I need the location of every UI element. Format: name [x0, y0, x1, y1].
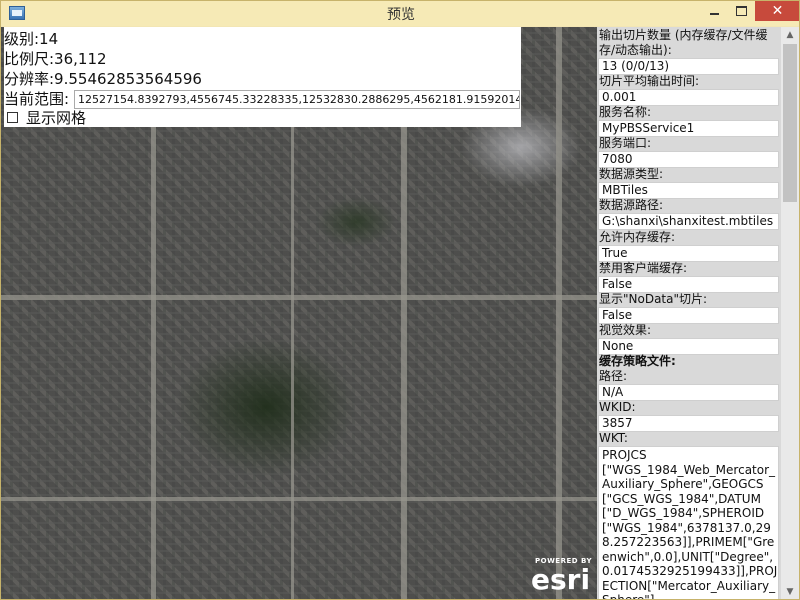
prop-value-wkid[interactable]: 3857: [598, 415, 779, 432]
prop-label-tile-count: 输出切片数量 (内存缓存/文件缓存/动态输出):: [599, 28, 768, 57]
prop-label-wkt: WKT:: [599, 431, 628, 445]
prop-label-cache-policy: 缓存策略文件:: [599, 354, 676, 368]
map-road: [556, 27, 562, 599]
preview-window: 预览 ✕ 级别:14 比例尺:36,112 分辨率:9.554628535645…: [0, 0, 800, 600]
scroll-up-icon[interactable]: ▲: [781, 27, 799, 44]
prop-value-datasource-path[interactable]: G:\shanxi\shanxitest.mbtiles: [598, 213, 779, 230]
prop-label-disable-client-cache: 禁用客户端缓存:: [599, 261, 688, 275]
prop-value-visual-effect[interactable]: None: [598, 338, 779, 355]
properties-scrollbar[interactable]: ▲ ▼: [781, 27, 799, 599]
map-road: [1, 497, 597, 501]
scale-text: 比例尺:36,112: [4, 50, 107, 68]
prop-value-disable-client-cache[interactable]: False: [598, 276, 779, 293]
map-road: [291, 127, 294, 599]
maximize-button[interactable]: [728, 1, 754, 21]
prop-label-wkid: WKID:: [599, 400, 636, 414]
prop-value-path[interactable]: N/A: [598, 384, 779, 401]
map-road: [1, 295, 597, 300]
resolution-text: 分辨率:9.55462853564596: [4, 70, 202, 88]
prop-label-nodata-tiles: 显示"NoData"切片:: [599, 292, 708, 306]
prop-value-avg-time[interactable]: 0.001: [598, 89, 779, 106]
esri-logo: POWERED BY esri: [529, 555, 593, 599]
prop-label-service-name: 服务名称:: [599, 105, 652, 119]
prop-label-memory-cache: 允许内存缓存:: [599, 230, 676, 244]
close-button[interactable]: ✕: [755, 1, 799, 21]
prop-value-datasource-type[interactable]: MBTiles: [598, 182, 779, 199]
title-bar[interactable]: 预览 ✕: [1, 1, 799, 26]
map-road: [401, 127, 407, 599]
minimize-icon: [709, 13, 719, 15]
prop-value-tile-count[interactable]: 13 (0/0/13): [598, 58, 779, 75]
esri-word: esri: [531, 563, 591, 596]
properties-panel: 输出切片数量 (内存缓存/文件缓存/动态输出): 13 (0/0/13) 切片平…: [597, 27, 781, 599]
level-text: 级别:14: [4, 30, 59, 48]
prop-label-datasource-type: 数据源类型:: [599, 167, 664, 181]
extent-field[interactable]: 12527154.8392793,4556745.33228335,125328…: [74, 90, 520, 109]
prop-value-service-name[interactable]: MyPBSService1: [598, 120, 779, 137]
scroll-thumb[interactable]: [783, 44, 797, 202]
map-view[interactable]: 级别:14 比例尺:36,112 分辨率:9.55462853564596 当前…: [1, 27, 597, 599]
prop-label-path: 路径:: [599, 369, 628, 383]
scroll-down-icon[interactable]: ▼: [781, 584, 799, 599]
prop-label-avg-time: 切片平均输出时间:: [599, 74, 700, 88]
minimize-button[interactable]: [701, 1, 727, 21]
prop-value-wkt[interactable]: PROJCS ["WGS_1984_Web_Mercator_Auxiliary…: [598, 446, 779, 599]
show-grid-label[interactable]: 显示网格: [26, 108, 86, 128]
prop-value-nodata-tiles[interactable]: False: [598, 307, 779, 324]
map-road: [151, 67, 156, 599]
close-icon: ✕: [771, 3, 784, 19]
window-title: 预览: [387, 7, 415, 23]
extent-label: 当前范围:: [4, 90, 70, 108]
map-info-panel: 级别:14 比例尺:36,112 分辨率:9.55462853564596 当前…: [4, 27, 521, 127]
prop-label-service-port: 服务端口:: [599, 136, 652, 150]
prop-label-visual-effect: 视觉效果:: [599, 323, 652, 337]
maximize-icon: [735, 6, 747, 16]
prop-label-datasource-path: 数据源路径:: [599, 198, 664, 212]
show-grid-checkbox[interactable]: [7, 112, 18, 123]
prop-value-memory-cache[interactable]: True: [598, 245, 779, 262]
prop-value-service-port[interactable]: 7080: [598, 151, 779, 168]
